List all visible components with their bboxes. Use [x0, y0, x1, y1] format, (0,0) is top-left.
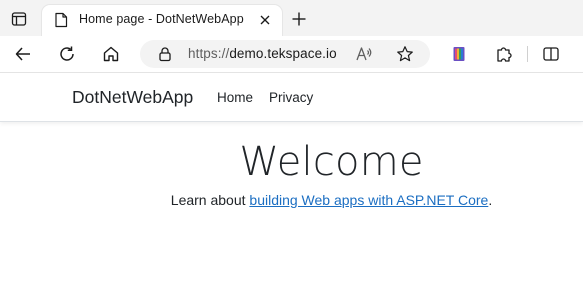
star-icon[interactable]: [396, 45, 414, 63]
puzzle-icon[interactable]: [492, 42, 516, 66]
site-brand-link[interactable]: DotNetWebApp: [72, 87, 193, 108]
tab-strip: Home page - DotNetWebApp: [0, 0, 583, 36]
learn-prefix: Learn about: [170, 192, 250, 208]
nav-link-home[interactable]: Home: [217, 90, 253, 105]
url-text[interactable]: https://demo.tekspace.io: [188, 46, 337, 61]
close-icon[interactable]: [258, 13, 272, 27]
read-aloud-icon[interactable]: [355, 45, 373, 63]
aspnet-docs-link[interactable]: building Web apps with ASP.NET Core: [249, 192, 488, 208]
nav-link-privacy[interactable]: Privacy: [269, 90, 313, 105]
page-title: Welcome: [239, 139, 424, 185]
learn-paragraph: Learn about building Web apps with ASP.N…: [0, 192, 583, 208]
address-bar[interactable]: https://demo.tekspace.io: [140, 40, 430, 68]
tab-actions-icon[interactable]: [6, 7, 32, 31]
browser-toolbar: https://demo.tekspace.io: [0, 36, 583, 72]
browser-tab-active[interactable]: Home page - DotNetWebApp: [42, 5, 282, 36]
refresh-icon[interactable]: [55, 42, 79, 66]
url-scheme: https://: [188, 46, 230, 61]
lock-icon[interactable]: [157, 46, 173, 62]
home-icon[interactable]: [99, 42, 123, 66]
url-host: demo.tekspace.io: [229, 46, 337, 61]
site-navbar: DotNetWebApp Home Privacy: [0, 73, 583, 122]
tab-title: Home page - DotNetWebApp: [79, 12, 244, 26]
toolbar-separator: [527, 46, 528, 62]
extension-icon[interactable]: [447, 42, 471, 66]
back-arrow-icon[interactable]: [11, 42, 35, 66]
page-icon: [54, 12, 68, 28]
split-screen-icon[interactable]: [539, 42, 563, 66]
learn-suffix: .: [488, 192, 493, 208]
plus-icon[interactable]: [288, 8, 310, 30]
